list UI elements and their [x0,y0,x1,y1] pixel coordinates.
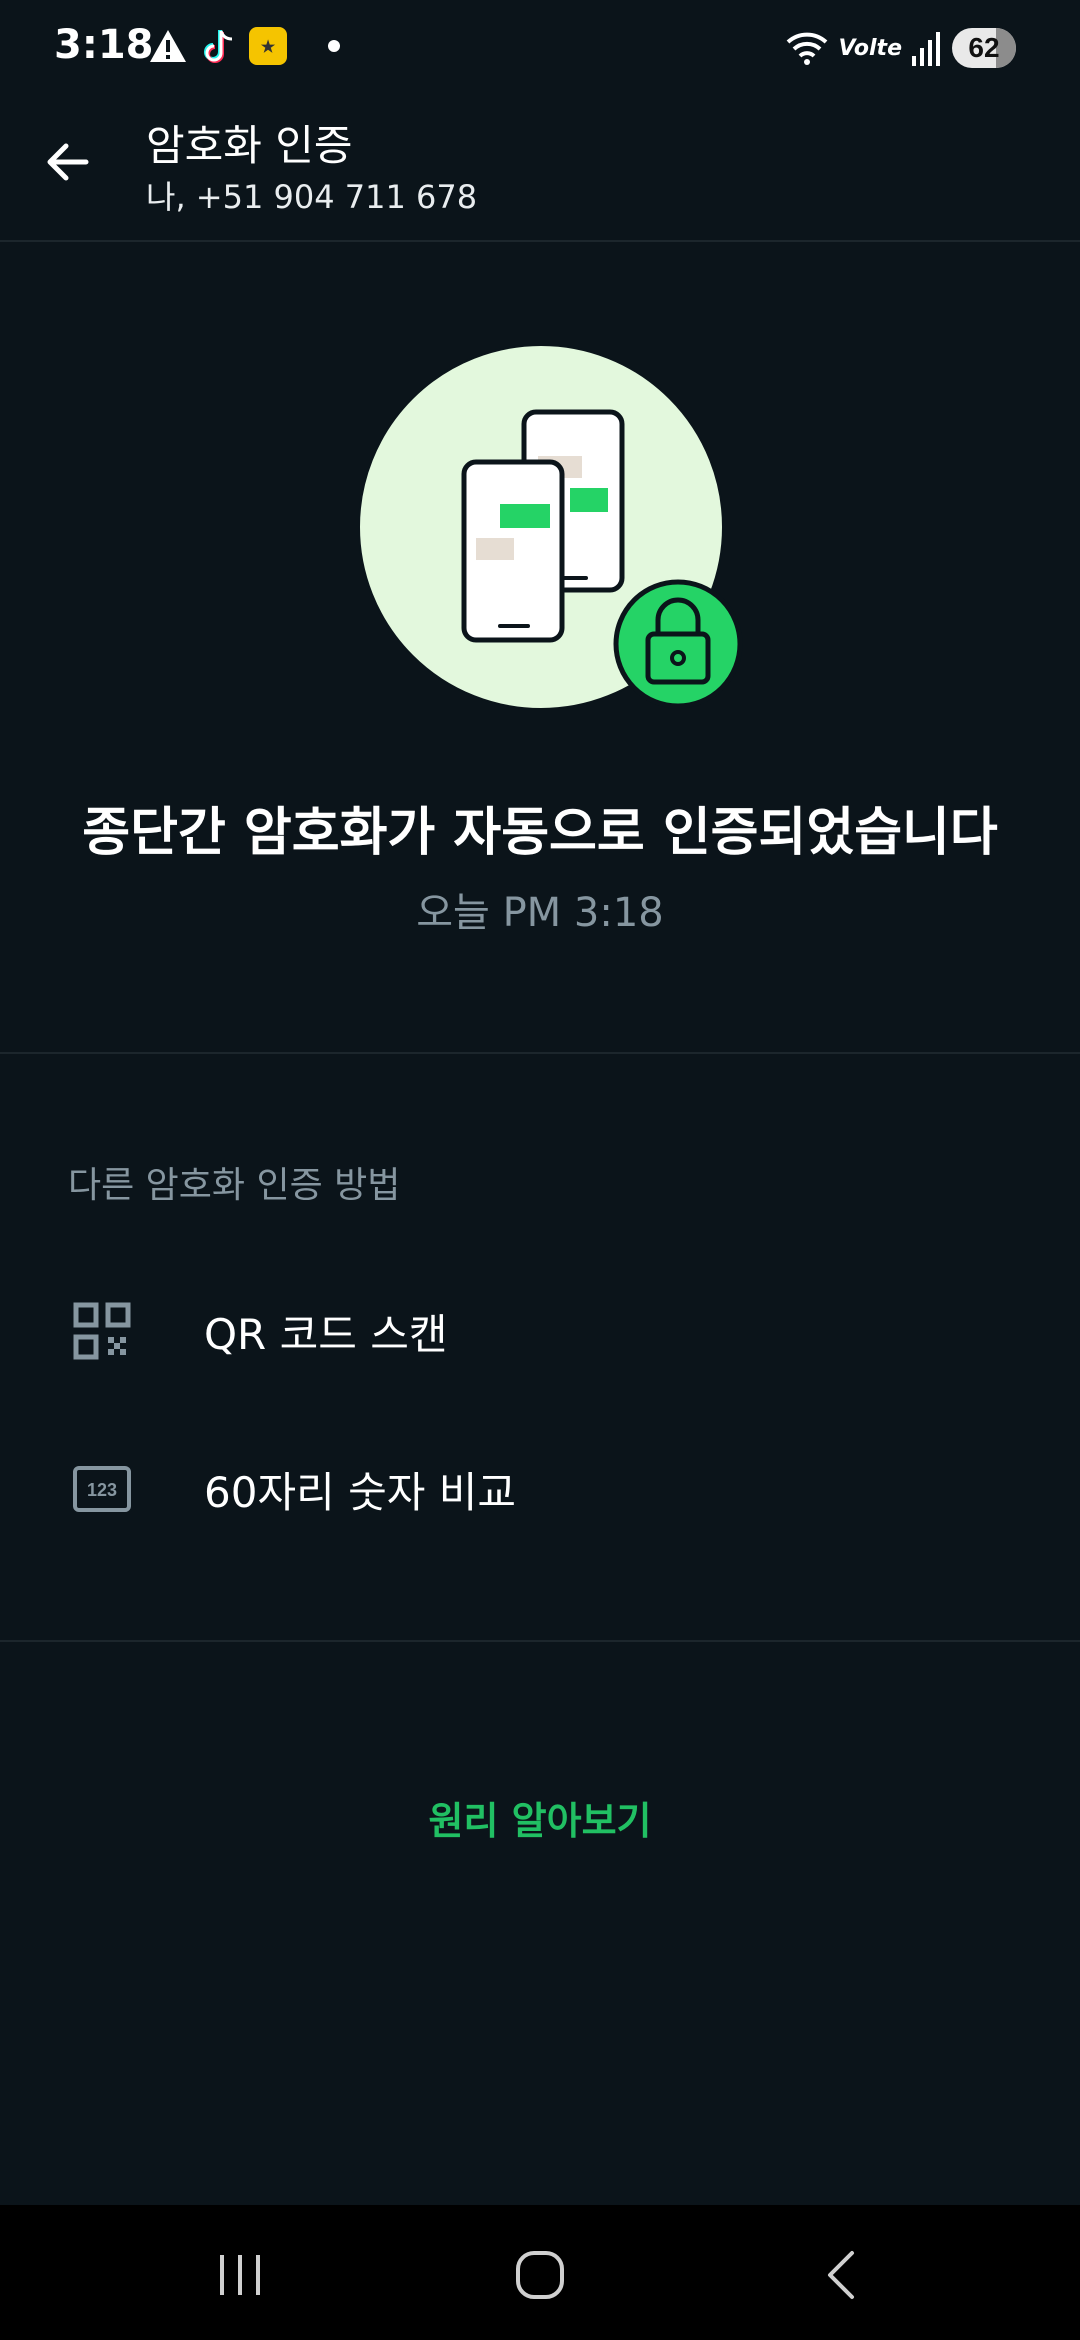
app-header: 암호화 인증 나, +51 904 711 678 [0,100,1080,242]
warning-icon [150,30,186,62]
divider [0,1052,1080,1054]
verified-headline: 종단간 암호화가 자동으로 인증되었습니다 [82,803,998,863]
number-123-icon: 123 [73,1466,131,1512]
compare-number-label: 60자리 숫자 비교 [204,1467,516,1517]
contact-subtitle: 나, +51 904 711 678 [146,178,478,216]
status-left-icons: ★ [148,26,340,66]
volte-label: Volte [838,35,902,61]
arrow-left-icon [47,143,89,181]
svg-text:123: 123 [87,1480,117,1500]
notification-dot [328,40,340,52]
learn-more-link[interactable]: 원리 알아보기 [0,1790,1080,1845]
qr-code-icon [73,1302,131,1360]
page-title: 암호화 인증 [146,121,353,170]
system-nav-bar [0,2205,1080,2340]
app-icon: ★ [249,27,287,65]
recents-icon [220,2255,260,2295]
battery-icon: 62 [952,28,1016,68]
status-right-icons: Volte 62 [784,28,1016,68]
recents-button[interactable] [180,2235,300,2315]
home-icon [516,2251,564,2299]
signal-icon [912,32,940,66]
tiktok-icon [204,30,233,63]
home-button[interactable] [480,2235,600,2315]
wifi-icon [787,32,828,65]
chevron-left-icon [828,2251,854,2299]
section-label: 다른 암호화 인증 방법 [68,1165,401,1206]
svg-text:★: ★ [261,39,276,56]
verified-timestamp: 오늘 PM 3:18 [416,890,664,936]
divider [0,1640,1080,1642]
qr-scan-label: QR 코드 스캔 [204,1309,448,1359]
compare-number-row[interactable]: 123 60자리 숫자 비교 [0,1414,1080,1564]
status-time: 3:18 [54,22,154,68]
status-bar: 3:18 ★ Volte 62 [0,0,1080,100]
qr-scan-row[interactable]: QR 코드 스캔 [0,1256,1080,1406]
phones-lock-icon [358,344,743,710]
back-button[interactable] [36,130,100,194]
battery-level: 62 [968,32,1000,63]
back-nav-button[interactable] [784,2235,904,2315]
